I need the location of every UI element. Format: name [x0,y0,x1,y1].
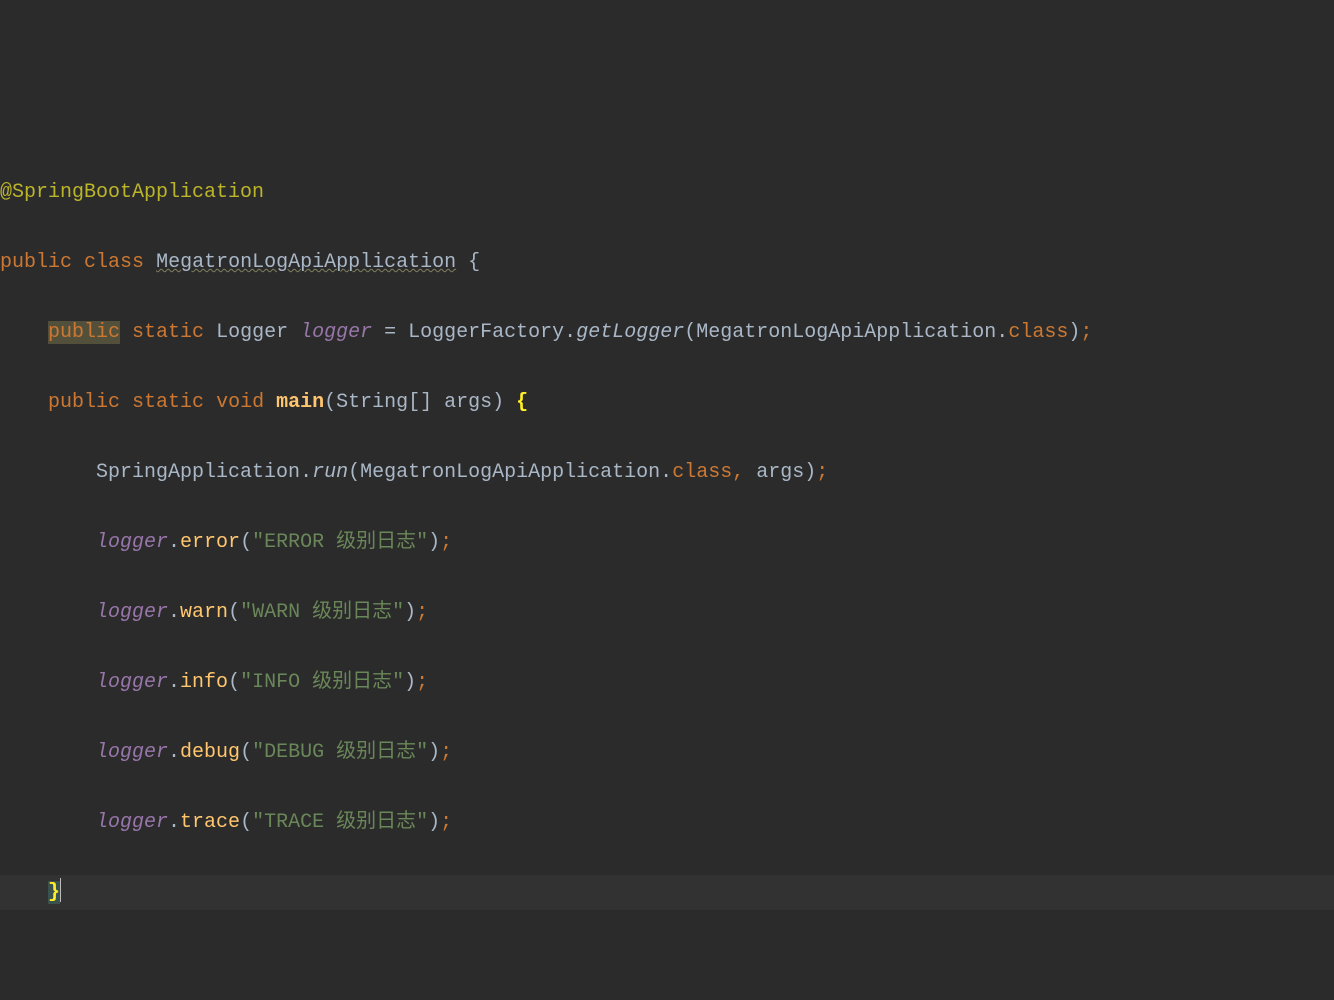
method-call: getLogger [576,321,684,344]
dot: . [300,461,312,484]
paren-close: ) [428,531,440,554]
method-call: run [312,461,348,484]
indent [0,881,48,904]
field-ref: logger [96,811,168,834]
code-line-current[interactable]: } [0,875,1334,910]
dot: . [660,461,672,484]
paren-open: ( [348,461,360,484]
class-ref: LoggerFactory [408,321,564,344]
string-literal: "ERROR 级别日志" [252,531,428,554]
equals: = [372,321,408,344]
dot: . [168,531,180,554]
semicolon: ; [1080,321,1092,344]
paren-open: ( [684,321,696,344]
paren-close: ) [1068,321,1080,344]
code-line[interactable]: public class MegatronLogApiApplication { [0,245,1334,280]
arg: args) [756,461,816,484]
comma: , [732,461,756,484]
class-ref: SpringApplication [96,461,300,484]
code-line[interactable] [0,945,1334,980]
keyword-static: static [132,321,204,344]
keyword-static: static [132,391,204,414]
code-line[interactable]: logger.error("ERROR 级别日志"); [0,525,1334,560]
indent [0,531,96,554]
paren-close: ) [404,671,416,694]
field-name: logger [300,321,372,344]
semicolon: ; [416,601,428,624]
keyword-class: class [672,461,732,484]
paren-open: ( [240,531,252,554]
string-literal: "TRACE 级别日志" [252,811,428,834]
code-line[interactable]: logger.info("INFO 级别日志"); [0,665,1334,700]
paren-close: ) [428,741,440,764]
code-line[interactable]: logger.trace("TRACE 级别日志"); [0,805,1334,840]
code-line[interactable]: logger.debug("DEBUG 级别日志"); [0,735,1334,770]
indent [0,811,96,834]
paren-close: ) [428,811,440,834]
method-call: trace [180,811,240,834]
paren-close: ) [404,601,416,624]
semicolon: ; [816,461,828,484]
indent [0,671,96,694]
dot: . [168,671,180,694]
code-line[interactable]: @SpringBootApplication [0,175,1334,210]
indent [0,601,96,624]
keyword-public: public [48,391,120,414]
keyword-void: void [216,391,264,414]
code-editor[interactable]: @SpringBootApplication public class Mega… [0,140,1334,1000]
dot: . [168,811,180,834]
field-ref: logger [96,531,168,554]
class-ref: MegatronLogApiApplication [696,321,996,344]
field-ref: logger [96,671,168,694]
method-call: info [180,671,228,694]
semicolon: ; [440,811,452,834]
dot: . [564,321,576,344]
keyword-class: class [1008,321,1068,344]
code-line[interactable]: SpringApplication.run(MegatronLogApiAppl… [0,455,1334,490]
code-line[interactable]: logger.warn("WARN 级别日志"); [0,595,1334,630]
text-cursor [60,878,61,902]
brace-close: } [48,881,60,904]
semicolon: ; [440,531,452,554]
keyword-class: class [84,251,144,274]
dot: . [996,321,1008,344]
field-ref: logger [96,741,168,764]
string-literal: "INFO 级别日志" [240,671,404,694]
brace-open: { [468,251,480,274]
annotation: @SpringBootApplication [0,181,264,204]
indent [0,321,48,344]
params: (String[] args) [324,391,516,414]
method-call: warn [180,601,228,624]
keyword-public: public [48,321,120,344]
indent [0,391,48,414]
paren-open: ( [228,671,240,694]
keyword-public: public [0,251,72,274]
class-name: MegatronLogApiApplication [156,251,456,274]
type-name: Logger [216,321,288,344]
paren-open: ( [228,601,240,624]
semicolon: ; [416,671,428,694]
dot: . [168,741,180,764]
method-call: error [180,531,240,554]
string-literal: "WARN 级别日志" [240,601,404,624]
class-ref: MegatronLogApiApplication [360,461,660,484]
brace-open: { [516,391,528,414]
paren-open: ( [240,811,252,834]
dot: . [168,601,180,624]
semicolon: ; [440,741,452,764]
method-name: main [276,391,324,414]
method-call: debug [180,741,240,764]
string-literal: "DEBUG 级别日志" [252,741,428,764]
paren-open: ( [240,741,252,764]
indent [0,461,96,484]
code-line[interactable]: public static Logger logger = LoggerFact… [0,315,1334,350]
indent [0,741,96,764]
field-ref: logger [96,601,168,624]
code-line[interactable]: public static void main(String[] args) { [0,385,1334,420]
